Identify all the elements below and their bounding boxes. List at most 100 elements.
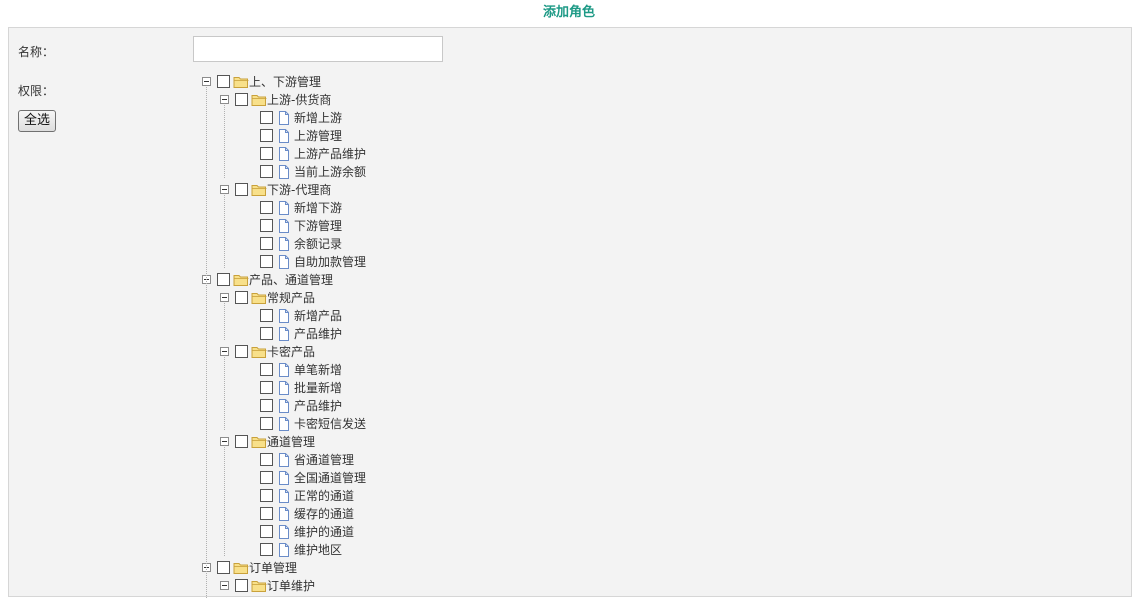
permission-checkbox[interactable] (260, 363, 273, 376)
permission-checkbox[interactable] (235, 93, 248, 106)
permission-checkbox[interactable] (260, 237, 273, 250)
tree-node-label: 新增产品 (294, 309, 343, 323)
permission-label: 权限： (18, 84, 55, 98)
permission-checkbox[interactable] (217, 273, 230, 286)
page-icon (276, 327, 292, 341)
tree-node-label: 订单管理 (249, 561, 298, 575)
tree-node-label: 下游-代理商 (267, 183, 332, 197)
permission-checkbox[interactable] (260, 165, 273, 178)
tree-node-label: 产品维护 (294, 399, 343, 413)
permission-checkbox[interactable] (260, 399, 273, 412)
permission-checkbox[interactable] (260, 507, 273, 520)
folder-icon (251, 579, 267, 593)
page-icon (276, 201, 292, 215)
page-icon (276, 165, 292, 179)
tree-node-label: 批量新增 (294, 381, 343, 395)
tree-guide-line (224, 195, 225, 268)
page-title: 添加角色 (542, 5, 595, 20)
permission-checkbox[interactable] (260, 489, 273, 502)
folder-icon (233, 75, 249, 89)
folder-icon (251, 291, 267, 305)
tree-node-label: 全国通道管理 (294, 471, 367, 485)
tree-node-label: 上游产品维护 (294, 147, 367, 161)
tree-guide-line (224, 447, 225, 556)
tree-node-label: 通道管理 (267, 435, 316, 449)
page-icon (276, 363, 292, 377)
tree-node-label: 卡密产品 (267, 345, 316, 359)
minus-toggle-icon[interactable] (220, 95, 229, 104)
folder-icon (251, 435, 267, 449)
tree-guide-line (224, 303, 225, 340)
page-icon (276, 309, 292, 323)
page-icon (276, 525, 292, 539)
minus-toggle-icon[interactable] (220, 347, 229, 356)
page-icon (276, 471, 292, 485)
permission-checkbox[interactable] (260, 327, 273, 340)
page-icon (276, 453, 292, 467)
minus-toggle-icon[interactable] (220, 437, 229, 446)
permission-checkbox[interactable] (260, 255, 273, 268)
permission-checkbox[interactable] (260, 543, 273, 556)
tree-node-label: 缓存的通道 (294, 507, 355, 521)
page-icon (276, 111, 292, 125)
select-all-button[interactable]: 全选 (18, 110, 57, 132)
folder-icon (233, 273, 249, 287)
permission-checkbox[interactable] (235, 435, 248, 448)
tree-node-label: 单笔新增 (294, 363, 343, 377)
permission-checkbox[interactable] (235, 579, 248, 592)
permission-checkbox[interactable] (260, 471, 273, 484)
permission-checkbox[interactable] (217, 75, 230, 88)
tree-node-label: 卡密短信发送 (294, 417, 367, 431)
permission-checkbox[interactable] (260, 417, 273, 430)
permission-checkbox[interactable] (260, 219, 273, 232)
tree-node-label: 正常的通道 (294, 489, 355, 503)
tree-node-label: 产品维护 (294, 327, 343, 341)
page-icon (276, 489, 292, 503)
permission-checkbox[interactable] (235, 291, 248, 304)
tree-node-label: 维护地区 (294, 543, 343, 557)
page-icon (276, 237, 292, 251)
tree-node-label: 订单维护 (267, 579, 316, 593)
folder-icon (251, 93, 267, 107)
tree-node-label: 常规产品 (267, 291, 316, 305)
tree-node-label: 新增上游 (294, 111, 343, 125)
page-icon (276, 129, 292, 143)
page-icon (276, 543, 292, 557)
tree-node-label: 上游-供货商 (267, 93, 332, 107)
permission-checkbox[interactable] (260, 453, 273, 466)
page-icon (276, 255, 292, 269)
page-icon (276, 399, 292, 413)
tree-guide-line (224, 357, 225, 430)
permission-checkbox[interactable] (260, 201, 273, 214)
minus-toggle-icon[interactable] (220, 581, 229, 590)
tree-node-label: 产品、通道管理 (249, 273, 334, 287)
minus-toggle-icon[interactable] (220, 185, 229, 194)
tree-guide-line (224, 105, 225, 178)
tree-node-label: 当前上游余额 (294, 165, 367, 179)
permission-checkbox[interactable] (260, 525, 273, 538)
page-icon (276, 147, 292, 161)
tree-node-label: 上、下游管理 (249, 75, 322, 89)
permission-checkbox[interactable] (260, 309, 273, 322)
permission-checkbox[interactable] (235, 183, 248, 196)
permission-checkbox[interactable] (260, 147, 273, 160)
minus-toggle-icon[interactable] (220, 293, 229, 302)
tree-node-label: 上游管理 (294, 129, 343, 143)
folder-icon (251, 183, 267, 197)
permission-checkbox[interactable] (260, 381, 273, 394)
minus-toggle-icon[interactable] (202, 77, 211, 86)
role-name-input[interactable] (193, 36, 443, 62)
permission-checkbox[interactable] (260, 111, 273, 124)
tree-node-label: 维护的通道 (294, 525, 355, 539)
tree-node-label: 余额记录 (294, 237, 343, 251)
permission-checkbox[interactable] (260, 129, 273, 142)
page-icon (276, 219, 292, 233)
permission-checkbox[interactable] (217, 561, 230, 574)
tree-node-label: 新增下游 (294, 201, 343, 215)
permission-checkbox[interactable] (235, 345, 248, 358)
page-icon (276, 417, 292, 431)
page-icon (276, 507, 292, 521)
folder-icon (233, 561, 249, 575)
folder-icon (251, 345, 267, 359)
tree-node-label: 下游管理 (294, 219, 343, 233)
